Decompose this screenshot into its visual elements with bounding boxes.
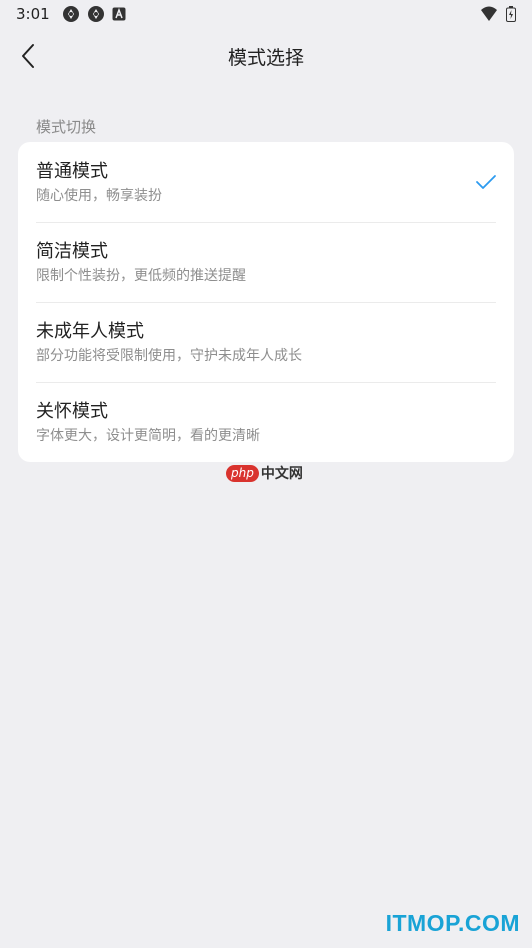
status-time: 3:01 (16, 5, 50, 23)
option-title: 关怀模式 (36, 401, 108, 422)
mode-options-card: 普通模式 随心使用，畅享装扮 简洁模式 限制个性装扮，更低频的推送提醒 未成年人… (18, 142, 514, 462)
notification-icon (87, 6, 104, 22)
mode-option-care[interactable]: 关怀模式 字体更大，设计更简明，看的更清晰 (18, 382, 514, 462)
itmop-watermark: ITMOP.COM (385, 910, 520, 936)
check-icon (476, 175, 496, 189)
option-title: 简洁模式 (36, 241, 108, 262)
mode-option-simple[interactable]: 简洁模式 限制个性装扮，更低频的推送提醒 (18, 222, 514, 302)
wifi-icon (481, 6, 497, 21)
option-description: 限制个性装扮，更低频的推送提醒 (36, 268, 246, 284)
option-title: 未成年人模式 (36, 321, 144, 342)
option-description: 字体更大，设计更简明，看的更清晰 (36, 428, 260, 444)
battery-icon (506, 6, 516, 22)
a-icon (112, 7, 126, 21)
status-bar: 3:01 (0, 0, 532, 28)
mode-option-minor[interactable]: 未成年人模式 部分功能将受限制使用，守护未成年人成长 (18, 302, 514, 382)
status-icons-left (62, 5, 126, 23)
status-icons-right (480, 6, 516, 22)
option-description: 部分功能将受限制使用，守护未成年人成长 (36, 348, 302, 364)
php-text: 中文网 (260, 466, 303, 482)
notification-icon (62, 6, 79, 22)
back-button[interactable] (10, 38, 46, 74)
section-label: 模式切换 (36, 118, 97, 136)
page-title: 模式选择 (227, 46, 304, 69)
option-description: 随心使用，畅享装扮 (36, 188, 162, 204)
mode-option-normal[interactable]: 普通模式 随心使用，畅享装扮 (18, 142, 514, 222)
php-badge: php (226, 464, 259, 482)
nav-bar: 模式选择 (0, 34, 532, 78)
php-watermark: php 中文网 (226, 462, 303, 484)
chevron-left-icon (22, 44, 34, 68)
option-title: 普通模式 (36, 161, 108, 182)
